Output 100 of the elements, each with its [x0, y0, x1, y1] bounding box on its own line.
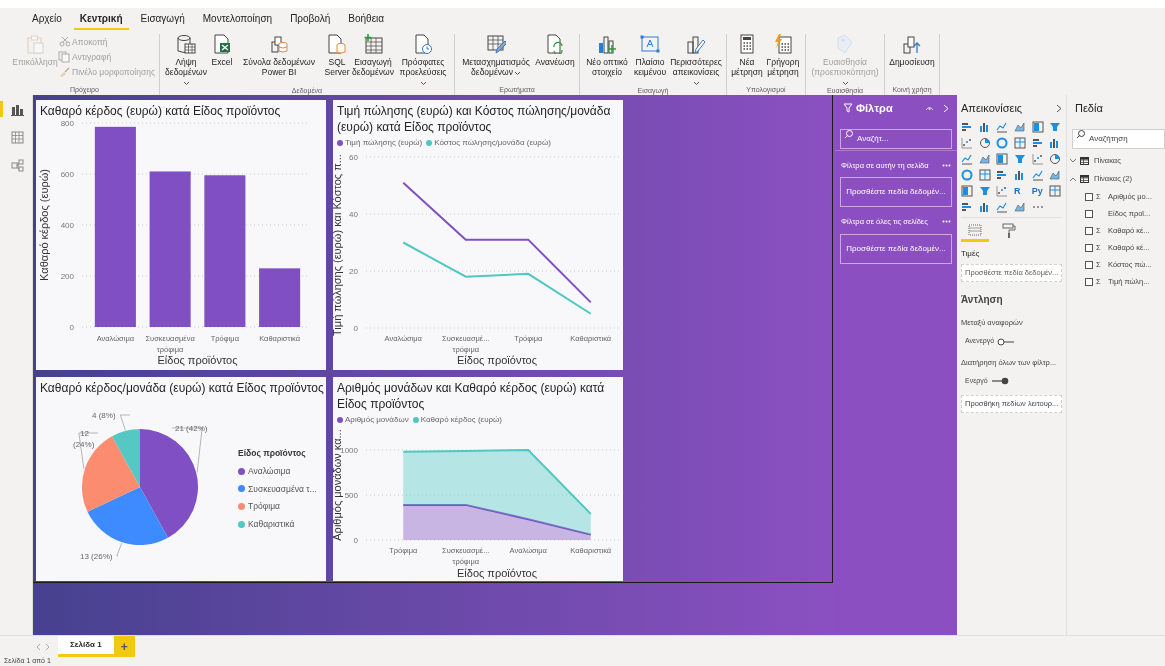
data-label: 12 (24%) [73, 429, 95, 449]
legend-label: Καθαρό κέρδος (ευρώ) [420, 414, 502, 426]
chevron-right-icon[interactable] [1056, 103, 1062, 113]
axis-title: Είδος προϊόντος [457, 567, 537, 579]
more-icon[interactable] [942, 220, 951, 224]
legend-title: Είδος προϊόντος [238, 447, 307, 460]
ribbon-button[interactable]: Μετασχηματισμός δεδομένων [459, 34, 533, 77]
document-database-icon [327, 34, 347, 54]
axis-tick-label: 400 [60, 221, 74, 230]
section-title: Άντληση [961, 293, 1004, 307]
ribbon-button[interactable]: Πρόσφατες προελεύσεις [396, 34, 450, 87]
chart-type-icon[interactable] [1014, 169, 1026, 181]
report-view-icon [11, 102, 24, 116]
chart-type-icon[interactable] [978, 201, 991, 213]
legend-label: Αναλώσιμα [248, 464, 291, 478]
chart-type-icon[interactable] [1014, 153, 1026, 165]
search-field[interactable]: Αναζήτ... [840, 128, 952, 149]
chart-type-icon[interactable] [961, 169, 973, 181]
chart-title: Καθαρό κέρδος (ευρώ) κατά Είδος προϊόντος [40, 103, 282, 119]
chart-type-icon[interactable] [1031, 137, 1044, 149]
chart-type-icon[interactable] [1049, 185, 1062, 197]
axis-tick-label: 0 [69, 323, 74, 332]
ribbon-tab[interactable]: Βοήθεια [342, 11, 391, 30]
toggle-switch[interactable] [997, 337, 1016, 346]
add-page-button[interactable]: + [113, 636, 135, 657]
chart-type-icon[interactable] [1031, 169, 1044, 181]
drop-zone[interactable]: Προσθέστε πεδία δεδομέν... [840, 233, 952, 264]
checkbox[interactable] [1085, 209, 1093, 218]
pane-tab[interactable] [961, 222, 989, 242]
chart-type-icon[interactable] [978, 169, 991, 181]
script-visual-button[interactable]: Py [1031, 185, 1045, 197]
ribbon-tab[interactable]: Αρχείο [26, 11, 68, 30]
legend-label: Κόστος πώλησης/μονάδα (ευρώ) [434, 137, 551, 149]
spreadsheet-icon [212, 34, 232, 54]
chart-type-icon[interactable] [978, 121, 991, 133]
table-view-icon [11, 130, 24, 144]
chart-type-icon[interactable] [1049, 169, 1062, 181]
search-field[interactable]: Αναζήτηση [1072, 128, 1165, 149]
page-tab[interactable]: Σελίδα 1 [58, 636, 114, 657]
ribbon-button[interactable]: Δημοσίευση [889, 34, 935, 67]
chart-type-icon[interactable] [1014, 121, 1026, 133]
eye-icon[interactable] [925, 105, 934, 111]
legend-label: Τιμή πώλησης (ευρώ) [345, 137, 423, 149]
axis-tick-label: 40 [349, 210, 358, 219]
copy-icon [58, 51, 70, 63]
legend-label: Τρόφιμα [248, 500, 280, 513]
axis-tick-label: 20 [349, 267, 358, 276]
field-well-label: Τιμές [961, 248, 981, 260]
chevron-up-icon[interactable] [1069, 176, 1077, 182]
chart-type-icon[interactable] [961, 201, 973, 213]
chart-type-icon[interactable] [961, 153, 973, 165]
ribbon-tab[interactable]: Μοντελοποίηση [196, 11, 279, 30]
ribbon-button[interactable]: Σύνολα δεδομένων Power BI [236, 34, 322, 77]
chart-type-icon[interactable] [996, 169, 1009, 181]
ribbon-button[interactable]: Νέο οπτικό στοιχείο [584, 34, 630, 77]
chart-type-icon[interactable] [978, 153, 991, 165]
checkbox[interactable] [1085, 192, 1093, 201]
ribbon-button[interactable]: Excel [210, 34, 234, 67]
chart-type-icon[interactable] [1031, 153, 1044, 165]
database-icon [176, 34, 196, 54]
axis-title: Καθαρό κέρδος (ευρώ) [38, 169, 50, 281]
chart-type-icon[interactable] [996, 201, 1009, 213]
ribbon-button[interactable]: Πλαίσιο κειμένου [632, 34, 668, 77]
chart-type-icon[interactable] [961, 137, 973, 149]
drop-zone[interactable]: Προσθέστε πεδία δεδομέν... [840, 177, 952, 208]
ribbon-tab[interactable]: Κεντρική [73, 11, 129, 30]
ribbon-button[interactable]: Νέα μέτρηση [731, 34, 763, 77]
toggle-switch[interactable] [990, 377, 1009, 386]
ribbon-button[interactable]: Γρήγορη μέτρηση [765, 34, 801, 77]
chart-type-icon[interactable] [996, 185, 1009, 197]
stacked-database-icon [269, 34, 289, 54]
chart-title: Αριθμός μονάδων και Καθαρό κέρδος (ευρώ) κατά Είδος προϊόντος [337, 380, 606, 412]
chart-type-icon[interactable] [961, 185, 973, 197]
page-nav-icon[interactable] [36, 642, 50, 651]
chart-type-icon[interactable] [978, 137, 991, 149]
chart-type-icon[interactable] [1049, 153, 1062, 165]
checkbox[interactable] [1085, 226, 1093, 235]
script-visual-button[interactable]: R [1014, 185, 1027, 197]
chart-type-icon[interactable] [961, 121, 973, 133]
chart-type-icon[interactable] [1049, 121, 1062, 133]
chart-type-icon[interactable] [978, 185, 991, 197]
ribbon-tab[interactable]: Εισαγωγή [134, 11, 191, 30]
chart-type-icon[interactable] [996, 121, 1009, 133]
ribbon-button[interactable]: Εισαγωγή δεδομένων [352, 34, 394, 77]
checkbox[interactable] [1085, 277, 1093, 286]
ribbon-button[interactable]: Λήψη δεδομένων [164, 34, 208, 87]
ribbon-tab[interactable]: Προβολή [284, 11, 337, 30]
chevron-down-icon[interactable] [1069, 158, 1077, 164]
chart-type-icon[interactable] [1014, 201, 1026, 213]
chart-type-icon[interactable] [996, 153, 1009, 165]
checkbox[interactable] [1085, 260, 1093, 269]
chart-type-icon[interactable] [1031, 121, 1044, 133]
ribbon-button[interactable]: Ανανέωση [535, 34, 575, 67]
checkbox[interactable] [1085, 243, 1093, 252]
ribbon-button[interactable]: Περισσότερες απεικονίσεις [670, 34, 722, 87]
chart-type-icon[interactable] [1014, 137, 1026, 149]
chart-type-icon[interactable] [996, 137, 1009, 149]
more-icon[interactable] [942, 164, 951, 168]
ribbon-button[interactable]: SQL Server [324, 34, 350, 77]
table-icon [1080, 175, 1089, 183]
